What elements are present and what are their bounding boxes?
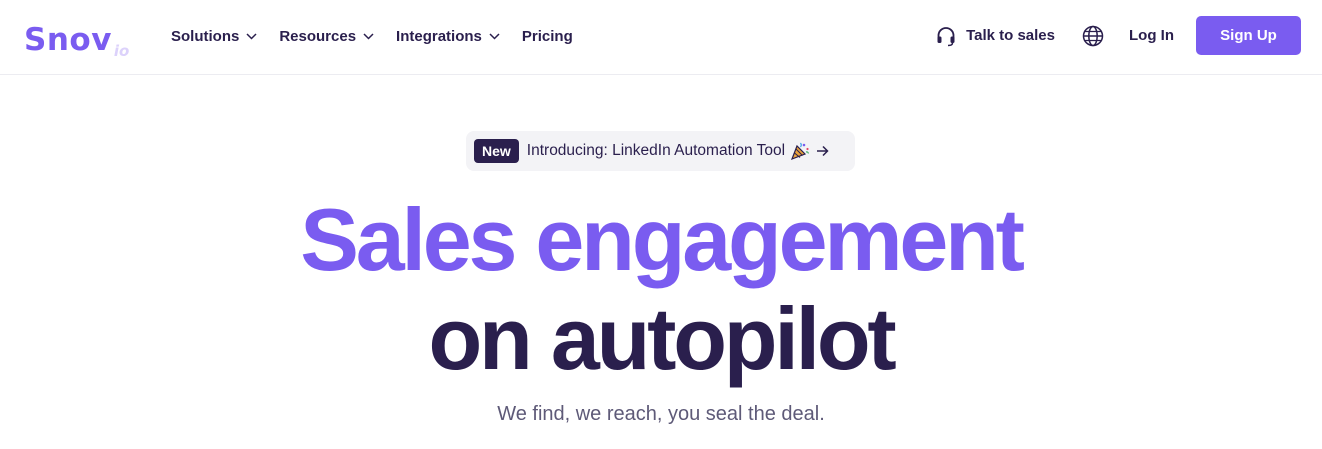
nav-solutions[interactable]: Solutions xyxy=(171,28,257,45)
headset-icon xyxy=(937,26,955,46)
announcement-text: Introducing: LinkedIn Automation Tool xyxy=(526,142,786,159)
talk-to-sales-link[interactable]: Talk to sales xyxy=(935,25,1055,47)
hero-subtitle: We find, we reach, you seal the deal. xyxy=(497,403,825,425)
chevron-down-icon xyxy=(363,32,374,40)
logo-text: Snov xyxy=(24,22,112,58)
snov-logo[interactable]: Snov io xyxy=(24,16,130,60)
header-actions: Talk to sales Log In Sign Up xyxy=(935,16,1301,55)
announcement-banner[interactable]: New Introducing: LinkedIn Automation Too… xyxy=(466,131,855,171)
talk-to-sales-label: Talk to sales xyxy=(966,27,1055,44)
party-popper-icon xyxy=(790,142,810,161)
nav-integrations-label: Integrations xyxy=(396,27,482,45)
nav-solutions-label: Solutions xyxy=(171,27,240,45)
main-nav: Solutions Resources Integrations Pricing xyxy=(171,24,595,48)
chevron-down-icon xyxy=(246,32,257,40)
nav-pricing[interactable]: Pricing xyxy=(522,28,573,45)
top-navigation-bar: Snov io Solutions Resources Integrations… xyxy=(0,0,1322,75)
nav-resources-label: Resources xyxy=(279,27,357,45)
new-badge: New xyxy=(474,139,519,163)
hero-headline-line2: on autopilot xyxy=(428,289,896,388)
globe-icon[interactable] xyxy=(1082,25,1104,47)
nav-pricing-label: Pricing xyxy=(521,27,573,45)
hero-headline-line1: Sales engagement xyxy=(300,190,1025,289)
nav-resources[interactable]: Resources xyxy=(279,28,374,45)
arrow-right-icon xyxy=(817,145,829,157)
signup-button[interactable]: Sign Up xyxy=(1196,16,1301,55)
nav-integrations[interactable]: Integrations xyxy=(396,28,500,45)
logo-suffix: io xyxy=(113,42,130,60)
login-link[interactable]: Log In xyxy=(1129,27,1174,44)
chevron-down-icon xyxy=(489,32,500,40)
